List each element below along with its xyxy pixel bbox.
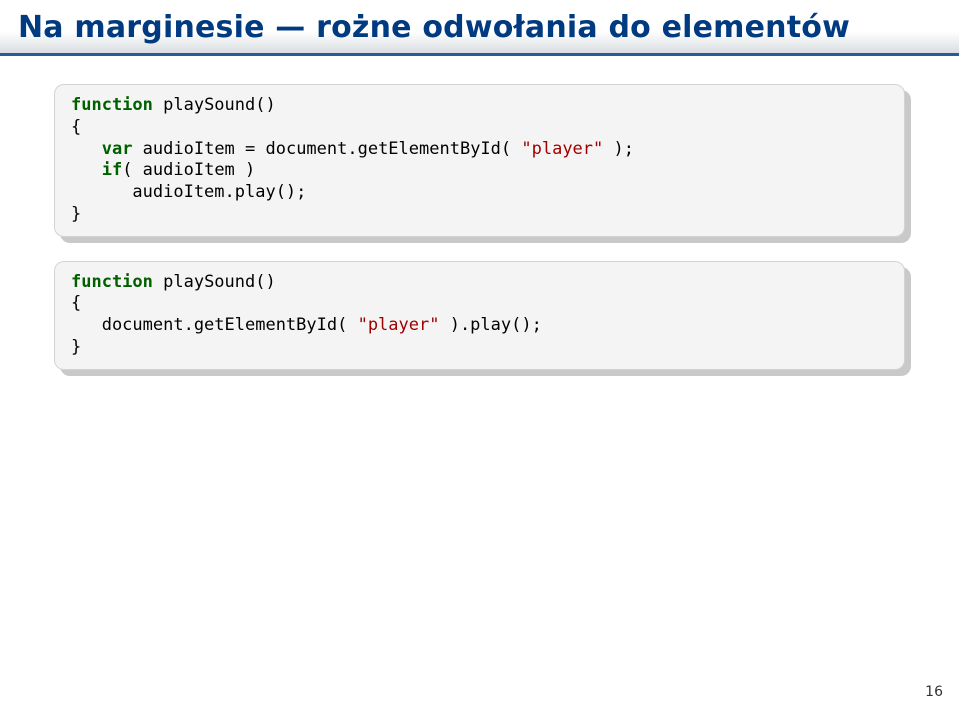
keyword-var: var	[102, 139, 133, 159]
slide-content: function playSound() { var audioItem = d…	[0, 56, 959, 370]
code-text: ( audioItem )	[122, 160, 255, 180]
code-text	[71, 160, 102, 180]
code-box: function playSound() { var audioItem = d…	[54, 84, 905, 237]
code-text: document.getElementById(	[71, 315, 358, 335]
code-block-2: function playSound() { document.getEleme…	[54, 261, 905, 370]
code-text	[71, 139, 102, 159]
code-text: );	[603, 139, 634, 159]
keyword-function: function	[71, 95, 153, 115]
code-text: {	[71, 293, 81, 313]
code-text: playSound()	[153, 95, 276, 115]
slide-title: Na marginesie — rożne odwołania do eleme…	[18, 10, 941, 45]
code-text: }	[71, 204, 81, 224]
code-text: audioItem = document.getElementById(	[132, 139, 521, 159]
page-number: 16	[925, 684, 943, 700]
code-text: playSound()	[153, 272, 276, 292]
keyword-function: function	[71, 272, 153, 292]
code-block-1: function playSound() { var audioItem = d…	[54, 84, 905, 237]
code-text: ).play();	[439, 315, 541, 335]
code-text: audioItem.play();	[71, 182, 306, 202]
keyword-if: if	[102, 160, 122, 180]
code-box: function playSound() { document.getEleme…	[54, 261, 905, 370]
code-text: {	[71, 117, 81, 137]
string-literal: "player"	[521, 139, 603, 159]
slide-header: Na marginesie — rożne odwołania do eleme…	[0, 0, 959, 56]
string-literal: "player"	[358, 315, 440, 335]
code-text: }	[71, 337, 81, 357]
